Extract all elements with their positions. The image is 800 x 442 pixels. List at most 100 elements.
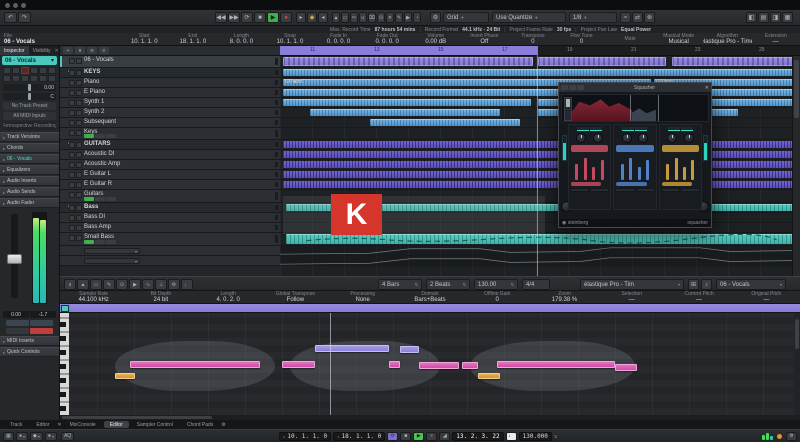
track-solo-button[interactable] [76,130,82,136]
track-row-keys[interactable]: ▾KEYS [60,68,280,78]
track-preset-field[interactable]: No Track Preset [3,102,56,110]
info-column-transpose[interactable]: Transpose0 [509,33,558,45]
zone-tab-editor[interactable]: Editor [30,421,55,428]
zoom-tool[interactable]: ⊙ [377,12,385,23]
crossover-handle-low[interactable] [630,95,631,121]
band-header-tab[interactable] [668,127,680,131]
cycle-button[interactable]: ⟳ [387,432,398,441]
editor-info-bit-depth[interactable]: Bit Depth24 bit [127,291,194,303]
track-filter-button[interactable]: ▾ [75,47,85,54]
play-button[interactable]: ▶ [413,432,424,441]
record-button[interactable]: ● [280,12,292,23]
band-output-button[interactable] [661,188,680,192]
tempo-field[interactable]: 130.00⇅ [474,279,518,290]
info-column-algorithm[interactable]: Algorithmélastique Pro - Time [703,33,752,45]
track-solo-button[interactable] [76,152,82,158]
track-read-button[interactable] [106,197,116,201]
track-solo-button[interactable] [76,205,82,211]
inserts-bypass-button[interactable] [39,75,47,82]
inspector-section-audio-inserts[interactable]: ▸Audio Inserts [0,176,59,186]
quantize-preset-select[interactable]: ●▾ [45,432,57,441]
track-lane-06-vocals[interactable] [280,56,800,68]
redo-icon[interactable]: ↷ [18,12,31,23]
track-record-button[interactable] [95,240,105,244]
editor-track-select[interactable]: 06 - Vocals▾ [716,279,786,290]
track-solo-button[interactable] [76,172,82,178]
setup-window-layout-button[interactable]: ▦ [782,12,793,23]
info-column-fade-in[interactable]: Fade In0. 0. 0. 0 [314,33,363,45]
punch-out-button[interactable]: ◂ [318,12,328,23]
zone-tab-track[interactable]: Track [4,421,28,428]
retrospective-record-field[interactable]: Retrospective Recording [3,122,56,130]
draw-tool[interactable]: ✎ [395,12,403,23]
editor-snap-button[interactable]: ⊥ [155,279,167,290]
tab-settings-gear-icon[interactable]: ⚙ [221,422,225,428]
quantize-value-dropdown[interactable]: 1/8▼ [569,12,617,23]
inspector-track-name[interactable]: 06 - Vocals▾ [2,56,57,65]
track-solo-button[interactable] [76,58,82,64]
inspector-section-06-vocals[interactable]: ▸06 - Vocals [0,154,59,164]
color-tool[interactable]: ◔ [413,12,421,23]
pitch-segment[interactable] [130,361,260,368]
band-bypass-button[interactable] [590,188,609,192]
audio-event[interactable] [283,141,797,148]
track-lane-automation[interactable] [280,256,800,266]
track-solo-button[interactable] [76,235,82,241]
band-output-button[interactable] [615,188,634,192]
editor-tab-chord-pads[interactable]: Chord Pads [181,421,219,428]
volume-slider[interactable]: 0.00 [3,84,56,91]
band-knob[interactable] [576,133,586,143]
editor-hscroll-handle[interactable] [62,416,212,419]
plugin-spectrum-display[interactable] [561,94,709,122]
editor-event-strip[interactable] [60,304,800,313]
grid-type-dropdown[interactable]: Grid▼ [443,12,489,23]
track-row-06-vocals[interactable]: 06 - Vocals [60,56,280,68]
track-mute-button[interactable] [69,110,75,116]
glue-tool[interactable]: ∪ [359,12,367,23]
track-row-small-bass[interactable]: Small Bass [60,233,280,246]
track-sub-button[interactable] [84,62,94,66]
band-ratio-bar[interactable] [616,145,653,152]
crossover-handle-high[interactable] [658,95,659,121]
inspector-section-equalizers[interactable]: ▸Equalizers [0,165,59,175]
beats-field[interactable]: 2 Beats⇅ [426,279,470,290]
track-mute-button[interactable] [69,58,75,64]
track-mute-button[interactable] [69,70,75,76]
pitch-segment[interactable] [389,361,400,368]
event-start-handle[interactable] [61,305,69,312]
track-lane-acoustic-amp[interactable] [280,160,800,170]
pan-slider[interactable]: C [3,93,56,100]
cycle-region[interactable] [280,46,537,55]
track-monitor-button[interactable] [84,134,94,138]
track-lane-piano[interactable]: 6 Piano6 Piano [280,78,800,88]
info-file-column[interactable]: File 06 - Vocals [0,33,120,45]
band-bypass-button[interactable] [681,188,700,192]
pan-slider-handle[interactable] [28,93,31,100]
left-zone-toggle[interactable]: ◧ [746,12,757,23]
track-mute-button[interactable] [69,142,75,148]
input-routing-field[interactable]: All MIDI Inputs [3,112,56,120]
audio-event[interactable] [672,57,797,66]
algorithm-dropdown[interactable]: élastique Pro - Tim▾ [580,279,684,290]
inspector-section-midi-inserts[interactable]: ▸MIDI Inserts [0,336,59,346]
track-sub-button[interactable] [106,62,116,66]
track-record-button[interactable] [95,197,105,201]
fader-value[interactable]: 0.00 [3,311,29,318]
solo-button[interactable] [12,67,20,74]
audio-event[interactable] [370,119,520,126]
pitch-segment[interactable] [400,346,419,353]
editor-range-tool[interactable]: ▭ [90,279,102,290]
info-column-snap[interactable]: Snap10. 1. 1. 0 [266,33,315,45]
track-mute-button[interactable] [69,130,75,136]
track-monitor-button[interactable] [84,197,94,201]
track-mute-button[interactable] [69,152,75,158]
pitch-segment[interactable] [497,361,615,368]
editor-info-length[interactable]: Length4. 0. 2. 0 [195,291,262,303]
object-select-tool[interactable]: ▲ [332,12,340,23]
pitch-display-button[interactable]: ♪ [701,279,712,290]
track-row-e-piano[interactable]: E Piano [60,88,280,98]
track-row-bass-amp[interactable]: Bass Amp [60,223,280,233]
editor-scrub-tool[interactable]: ∿ [142,279,154,290]
track-sub-button[interactable] [95,62,105,66]
audio-event[interactable] [283,171,797,178]
